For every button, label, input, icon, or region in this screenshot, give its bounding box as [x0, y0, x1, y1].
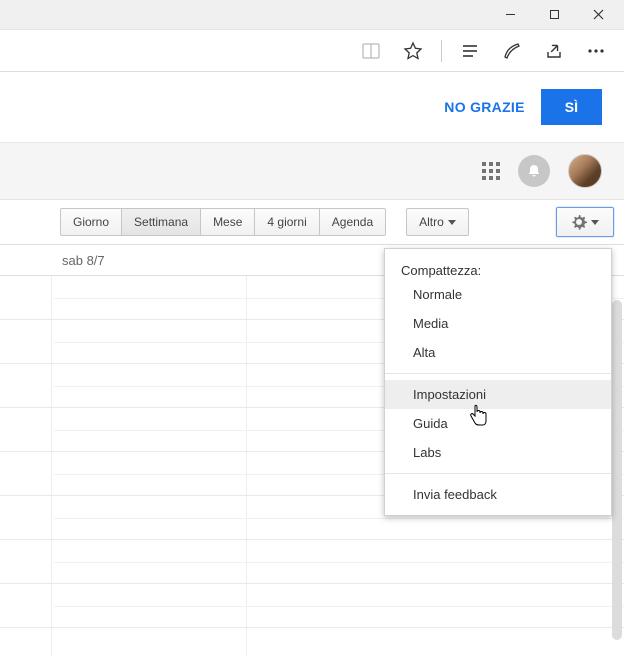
promo-bar: NO GRAZIE SÌ: [0, 72, 624, 142]
maximize-button[interactable]: [532, 0, 576, 30]
view-month[interactable]: Mese: [201, 209, 255, 235]
minimize-button[interactable]: [488, 0, 532, 30]
menu-feedback[interactable]: Invia feedback: [385, 480, 611, 509]
more-button[interactable]: Altro: [406, 208, 469, 236]
close-button[interactable]: [576, 0, 620, 30]
density-normal[interactable]: Normale: [385, 280, 611, 309]
menu-help[interactable]: Guida: [385, 409, 611, 438]
hub-icon[interactable]: [452, 33, 488, 69]
menu-labs[interactable]: Labs: [385, 438, 611, 467]
view-agenda[interactable]: Agenda: [320, 209, 385, 235]
web-note-icon[interactable]: [494, 33, 530, 69]
view-toolbar: Giorno Settimana Mese 4 giorni Agenda Al…: [0, 200, 624, 244]
gear-icon: [571, 214, 587, 230]
yes-button[interactable]: SÌ: [541, 89, 602, 125]
apps-icon[interactable]: [482, 162, 500, 180]
toolbar-separator: [441, 40, 442, 62]
grid-row[interactable]: [0, 584, 624, 628]
view-week[interactable]: Settimana: [122, 209, 201, 235]
density-high[interactable]: Alta: [385, 338, 611, 367]
density-medium[interactable]: Media: [385, 309, 611, 338]
caret-down-icon: [448, 220, 456, 225]
scrollbar[interactable]: [612, 300, 622, 640]
view-segmented-control: Giorno Settimana Mese 4 giorni Agenda: [60, 208, 386, 236]
grid-row[interactable]: [0, 540, 624, 584]
view-4days[interactable]: 4 giorni: [255, 209, 319, 235]
avatar[interactable]: [568, 154, 602, 188]
window-titlebar: [0, 0, 624, 30]
menu-settings[interactable]: Impostazioni: [385, 380, 611, 409]
density-title: Compattezza:: [385, 257, 611, 280]
reading-view-icon[interactable]: [353, 33, 389, 69]
favorite-icon[interactable]: [395, 33, 431, 69]
share-icon[interactable]: [536, 33, 572, 69]
more-button-label: Altro: [419, 215, 444, 229]
no-thanks-link[interactable]: NO GRAZIE: [444, 99, 524, 115]
settings-button[interactable]: [556, 207, 614, 237]
menu-divider: [385, 373, 611, 374]
app-header: [0, 142, 624, 200]
settings-menu: Compattezza: Normale Media Alta Impostaz…: [384, 248, 612, 516]
more-icon[interactable]: [578, 33, 614, 69]
caret-down-icon: [591, 220, 599, 225]
notifications-icon[interactable]: [518, 155, 550, 187]
browser-toolbar: [0, 30, 624, 72]
view-day[interactable]: Giorno: [61, 209, 122, 235]
menu-divider: [385, 473, 611, 474]
